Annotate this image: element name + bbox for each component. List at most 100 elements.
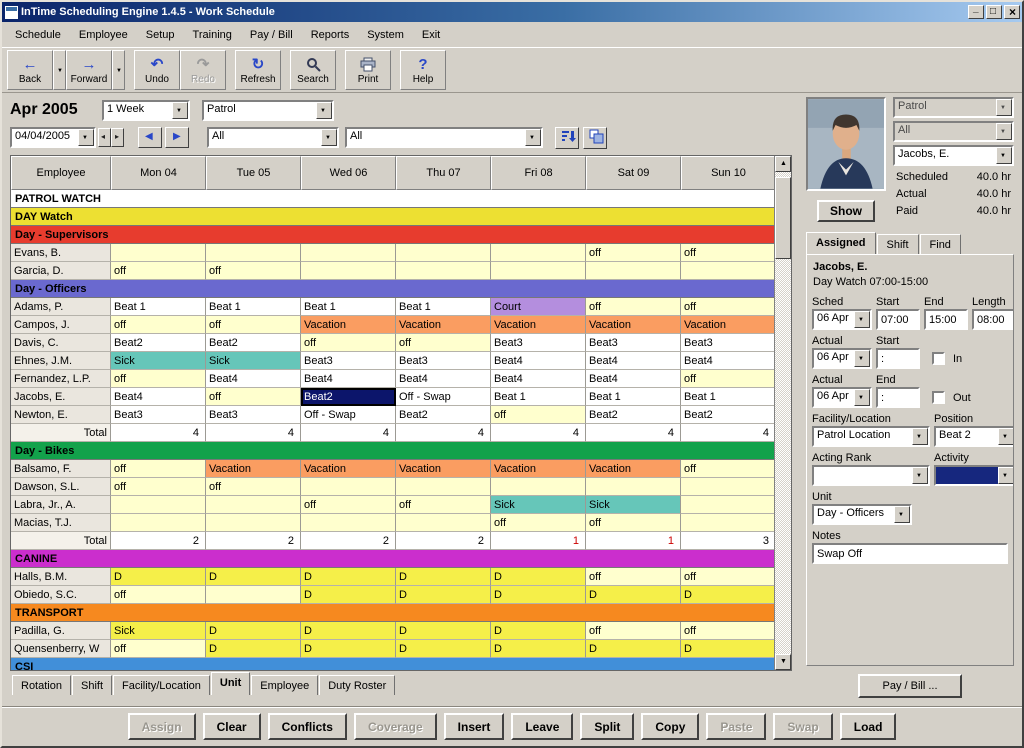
shift-cell[interactable]: off [681, 568, 776, 586]
shift-cell[interactable]: D [396, 586, 491, 604]
sched-end-field[interactable]: 15:00 [924, 309, 968, 330]
shift-cell[interactable]: Beat4 [111, 388, 206, 406]
menu-item-setup[interactable]: Setup [137, 25, 184, 45]
dropdown-arrow-icon[interactable] [998, 428, 1014, 445]
scroll-thumb[interactable] [775, 177, 791, 259]
leave-button[interactable]: Leave [511, 713, 573, 740]
actual-start-date-combo[interactable]: 06 Apr [812, 348, 872, 369]
shift-cell[interactable]: Beat4 [206, 370, 301, 388]
close-button[interactable] [1004, 5, 1020, 19]
shift-cell[interactable] [301, 478, 396, 496]
shift-cell[interactable]: Beat4 [301, 370, 396, 388]
shift-cell[interactable]: off [206, 388, 301, 406]
unit-combo[interactable]: Day - Officers [812, 504, 912, 525]
shift-cell[interactable]: Sick [206, 352, 301, 370]
shift-cell[interactable]: D [301, 586, 396, 604]
period-combo[interactable]: 1 Week [102, 100, 190, 121]
shift-cell[interactable]: Vacation [586, 316, 681, 334]
shift-cell[interactable]: Beat2 [681, 406, 776, 424]
sort-az-button[interactable] [555, 127, 579, 149]
shift-cell[interactable]: D [491, 640, 586, 658]
shift-cell[interactable]: off [586, 622, 681, 640]
shift-cell[interactable]: Vacation [491, 460, 586, 478]
dropdown-arrow-icon[interactable] [172, 102, 188, 119]
dropdown-arrow-icon[interactable] [996, 147, 1012, 164]
shift-cell[interactable] [491, 262, 586, 280]
shift-cell[interactable]: off [491, 514, 586, 532]
shift-cell[interactable]: D [111, 568, 206, 586]
shift-cell[interactable]: Beat 1 [206, 298, 301, 316]
tab-assigned[interactable]: Assigned [806, 232, 876, 254]
insert-button[interactable]: Insert [444, 713, 505, 740]
shift-cell[interactable]: Beat4 [586, 352, 681, 370]
shift-cell[interactable]: Beat 1 [301, 298, 396, 316]
shift-cell[interactable]: off [206, 478, 301, 496]
show-button[interactable]: Show [817, 200, 875, 222]
position-combo[interactable]: Beat 2 [934, 426, 1014, 447]
out-checkbox[interactable] [932, 391, 945, 404]
view-tab-unit[interactable]: Unit [211, 672, 250, 695]
shift-cell[interactable]: off [111, 460, 206, 478]
shift-cell[interactable] [681, 478, 776, 496]
sched-start-field[interactable]: 07:00 [876, 309, 920, 330]
shift-cell[interactable]: Off - Swap [301, 406, 396, 424]
shift-cell[interactable]: D [491, 586, 586, 604]
tab-find[interactable]: Find [920, 234, 961, 254]
shift-cell[interactable]: Vacation [206, 460, 301, 478]
employee-name[interactable]: Jacobs, E. [11, 388, 111, 406]
shift-cell[interactable]: Beat4 [491, 370, 586, 388]
column-header-sat-09[interactable]: Sat 09 [586, 156, 681, 190]
vertical-scrollbar[interactable] [774, 156, 791, 670]
shift-cell[interactable]: off [111, 478, 206, 496]
menu-item-training[interactable]: Training [184, 25, 241, 45]
tab-shift[interactable]: Shift [877, 234, 919, 254]
shift-cell[interactable]: Sick [111, 352, 206, 370]
column-header-wed-06[interactable]: Wed 06 [301, 156, 396, 190]
maximize-button[interactable] [986, 5, 1002, 19]
shift-cell[interactable]: Beat2 [206, 334, 301, 352]
dropdown-arrow-icon[interactable] [894, 506, 910, 523]
shift-cell[interactable]: Beat 1 [491, 388, 586, 406]
prev-week-button[interactable] [138, 127, 162, 148]
shift-cell[interactable]: off [586, 514, 681, 532]
employee-name[interactable]: Dawson, S.L. [11, 478, 111, 496]
employee-name[interactable]: Campos, J. [11, 316, 111, 334]
column-header-tue-05[interactable]: Tue 05 [206, 156, 301, 190]
next-week-button[interactable] [165, 127, 189, 148]
shift-cell[interactable]: Vacation [396, 460, 491, 478]
split-button[interactable]: Split [580, 713, 634, 740]
swap-view-button[interactable] [583, 127, 607, 149]
next-day-button[interactable] [111, 128, 124, 147]
shift-cell[interactable] [301, 244, 396, 262]
shift-cell[interactable]: D [491, 568, 586, 586]
shift-cell[interactable]: off [681, 298, 776, 316]
column-header-employee[interactable]: Employee [11, 156, 111, 190]
date-combo[interactable]: 04/04/2005 [10, 127, 96, 148]
shift-cell[interactable] [681, 514, 776, 532]
shift-cell[interactable]: D [586, 586, 681, 604]
shift-cell[interactable]: Beat 1 [681, 388, 776, 406]
refresh-button[interactable]: ↻Refresh [235, 50, 281, 90]
shift-cell[interactable]: D [681, 640, 776, 658]
shift-cell[interactable]: off [396, 496, 491, 514]
menu-item-system[interactable]: System [358, 25, 413, 45]
dropdown-arrow-icon[interactable] [316, 102, 332, 119]
shift-cell[interactable]: off [111, 316, 206, 334]
shift-cell[interactable]: Sick [491, 496, 586, 514]
shift-cell[interactable]: D [491, 622, 586, 640]
view-tab-facility-location[interactable]: Facility/Location [113, 675, 210, 695]
shift-cell[interactable]: Vacation [301, 316, 396, 334]
shift-cell[interactable] [396, 244, 491, 262]
shift-cell[interactable]: D [301, 568, 396, 586]
menu-item-reports[interactable]: Reports [302, 25, 359, 45]
employee-name[interactable]: Labra, Jr., A. [11, 496, 111, 514]
shift-cell[interactable]: off [396, 334, 491, 352]
clear-button[interactable]: Clear [203, 713, 261, 740]
search-button[interactable]: Search [290, 50, 336, 90]
menu-item-schedule[interactable]: Schedule [6, 25, 70, 45]
pay-bill-button[interactable]: Pay / Bill ... [858, 674, 962, 698]
shift-cell[interactable]: Vacation [681, 316, 776, 334]
shift-cell[interactable] [111, 514, 206, 532]
shift-cell[interactable]: off [681, 622, 776, 640]
shift-cell[interactable] [681, 496, 776, 514]
